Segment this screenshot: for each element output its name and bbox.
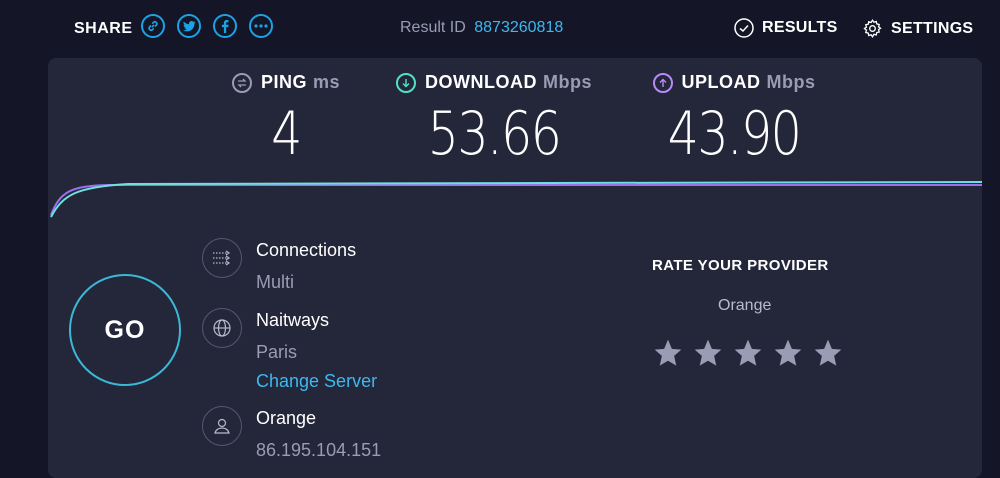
facebook-icon[interactable]	[213, 14, 237, 38]
result-id-label: Result ID	[400, 19, 466, 36]
connections-title: Connections	[256, 240, 357, 260]
upload-arrow-icon	[652, 72, 673, 93]
link-icon[interactable]	[141, 14, 165, 38]
ping-header: PING ms	[224, 72, 348, 93]
server-title: Naitways	[256, 310, 330, 330]
upload-graph-line	[50, 184, 982, 216]
download-unit: Mbps	[542, 72, 592, 92]
server-location: Paris	[256, 342, 298, 362]
settings-label: SETTINGS	[891, 19, 974, 37]
globe-icon	[202, 308, 242, 348]
results-label: RESULTS	[762, 19, 838, 36]
ping-metric: PING ms 4	[224, 72, 348, 169]
result-id-link[interactable]: 8873260818	[474, 19, 563, 36]
connections-icon	[202, 238, 242, 278]
results-button[interactable]: RESULTS	[734, 18, 838, 38]
ping-label: PING	[260, 72, 307, 92]
twitter-icon[interactable]	[177, 14, 201, 38]
star-4-icon[interactable]	[772, 337, 804, 369]
result-id: Result ID 8873260818	[400, 19, 563, 37]
download-header: DOWNLOAD Mbps	[384, 72, 604, 93]
user-icon	[202, 406, 242, 446]
share-label: SHARE	[74, 20, 133, 37]
rate-provider-name: Orange	[718, 297, 772, 314]
upload-unit: Mbps	[766, 72, 816, 92]
isp-ip: 86.195.104.151	[256, 440, 382, 460]
ping-icon	[231, 72, 252, 93]
ping-unit: ms	[313, 72, 341, 92]
top-bar: SHARE Result ID 8873260818 RESULTS SETTI…	[0, 0, 1000, 58]
download-graph-line	[50, 181, 982, 218]
check-circle-icon	[734, 18, 754, 38]
speed-graph	[50, 181, 982, 218]
rate-provider-title: RATE YOUR PROVIDER	[652, 257, 829, 274]
ping-value: 4	[271, 99, 302, 169]
upload-label: UPLOAD	[681, 72, 761, 92]
upload-header: UPLOAD Mbps	[644, 72, 824, 93]
connections-value: Multi	[256, 272, 295, 292]
download-value: 53.66	[427, 99, 562, 169]
download-metric: DOWNLOAD Mbps 53.66	[384, 72, 604, 169]
star-3-icon[interactable]	[732, 337, 764, 369]
star-1-icon[interactable]	[652, 337, 684, 369]
go-button[interactable]: GO	[69, 274, 181, 386]
download-arrow-icon	[396, 72, 416, 93]
star-5-icon[interactable]	[812, 337, 844, 369]
download-label: DOWNLOAD	[425, 72, 537, 92]
upload-value: 43.90	[667, 99, 802, 169]
results-panel: PING ms 4 DOWNLOAD Mbps 53.66 UPLOAD Mbp…	[48, 58, 982, 478]
upload-metric: UPLOAD Mbps 43.90	[644, 72, 824, 169]
settings-button[interactable]: SETTINGS	[862, 18, 973, 39]
star-2-icon[interactable]	[692, 337, 724, 369]
star-rating	[652, 337, 844, 369]
isp-title: Orange	[256, 408, 317, 428]
change-server-link[interactable]: Change Server	[256, 371, 377, 392]
gear-icon	[862, 18, 883, 39]
more-icon[interactable]	[249, 14, 273, 38]
